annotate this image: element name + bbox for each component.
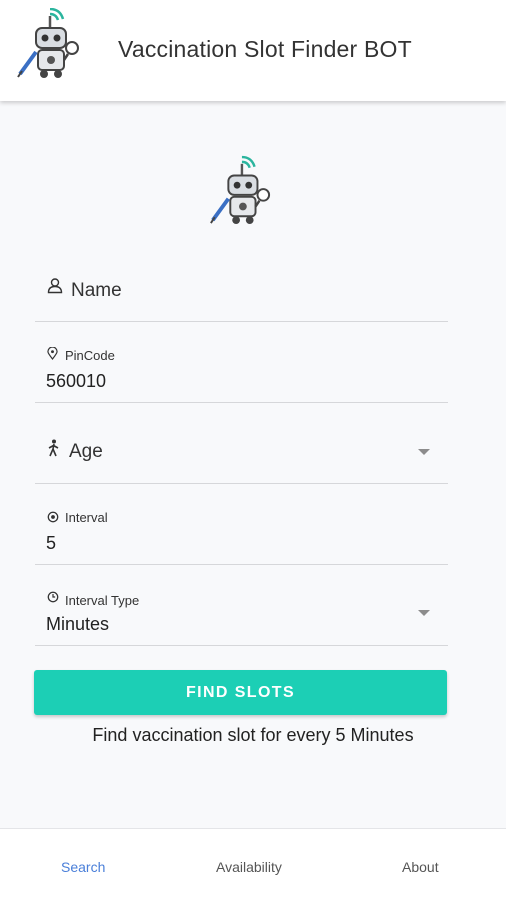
find-slots-button[interactable]: FIND SLOTS [34,670,447,715]
app-title: Vaccination Slot Finder BOT [118,36,412,62]
interval-label: Interval [65,510,108,525]
walking-person-icon [48,439,59,457]
app-bar: Vaccination Slot Finder BOT [0,0,506,101]
name-field[interactable]: Name [35,262,448,322]
interval-type-label: Interval Type [65,593,140,608]
helper-text: Find vaccination slot for every 5 Minute… [92,725,414,745]
robot-doctor-icon [210,155,271,224]
location-pin-icon [47,347,58,360]
clock-icon [47,591,59,603]
chevron-down-icon [418,610,430,616]
nav-item-search[interactable]: Search [61,859,105,875]
interval-type-select[interactable]: Interval Type Minutes [35,585,448,646]
interval-value: 5 [46,533,57,553]
age-label: Age [69,441,103,462]
interval-icon [47,511,59,523]
nav-item-availability[interactable]: Availability [216,859,282,875]
bottom-navigation: Search Availability About [0,828,506,900]
robot-doctor-icon [17,8,79,78]
person-icon [47,278,63,294]
pincode-value: 560010 [46,371,107,391]
nav-item-about[interactable]: About [402,859,439,875]
pincode-label: PinCode [65,348,115,363]
pincode-field[interactable]: PinCode 560010 [35,341,448,403]
interval-type-value: Minutes [46,614,110,634]
name-label: Name [71,280,122,301]
age-select[interactable]: Age [35,422,448,484]
chevron-down-icon [418,449,430,455]
interval-field[interactable]: Interval 5 [35,503,448,565]
